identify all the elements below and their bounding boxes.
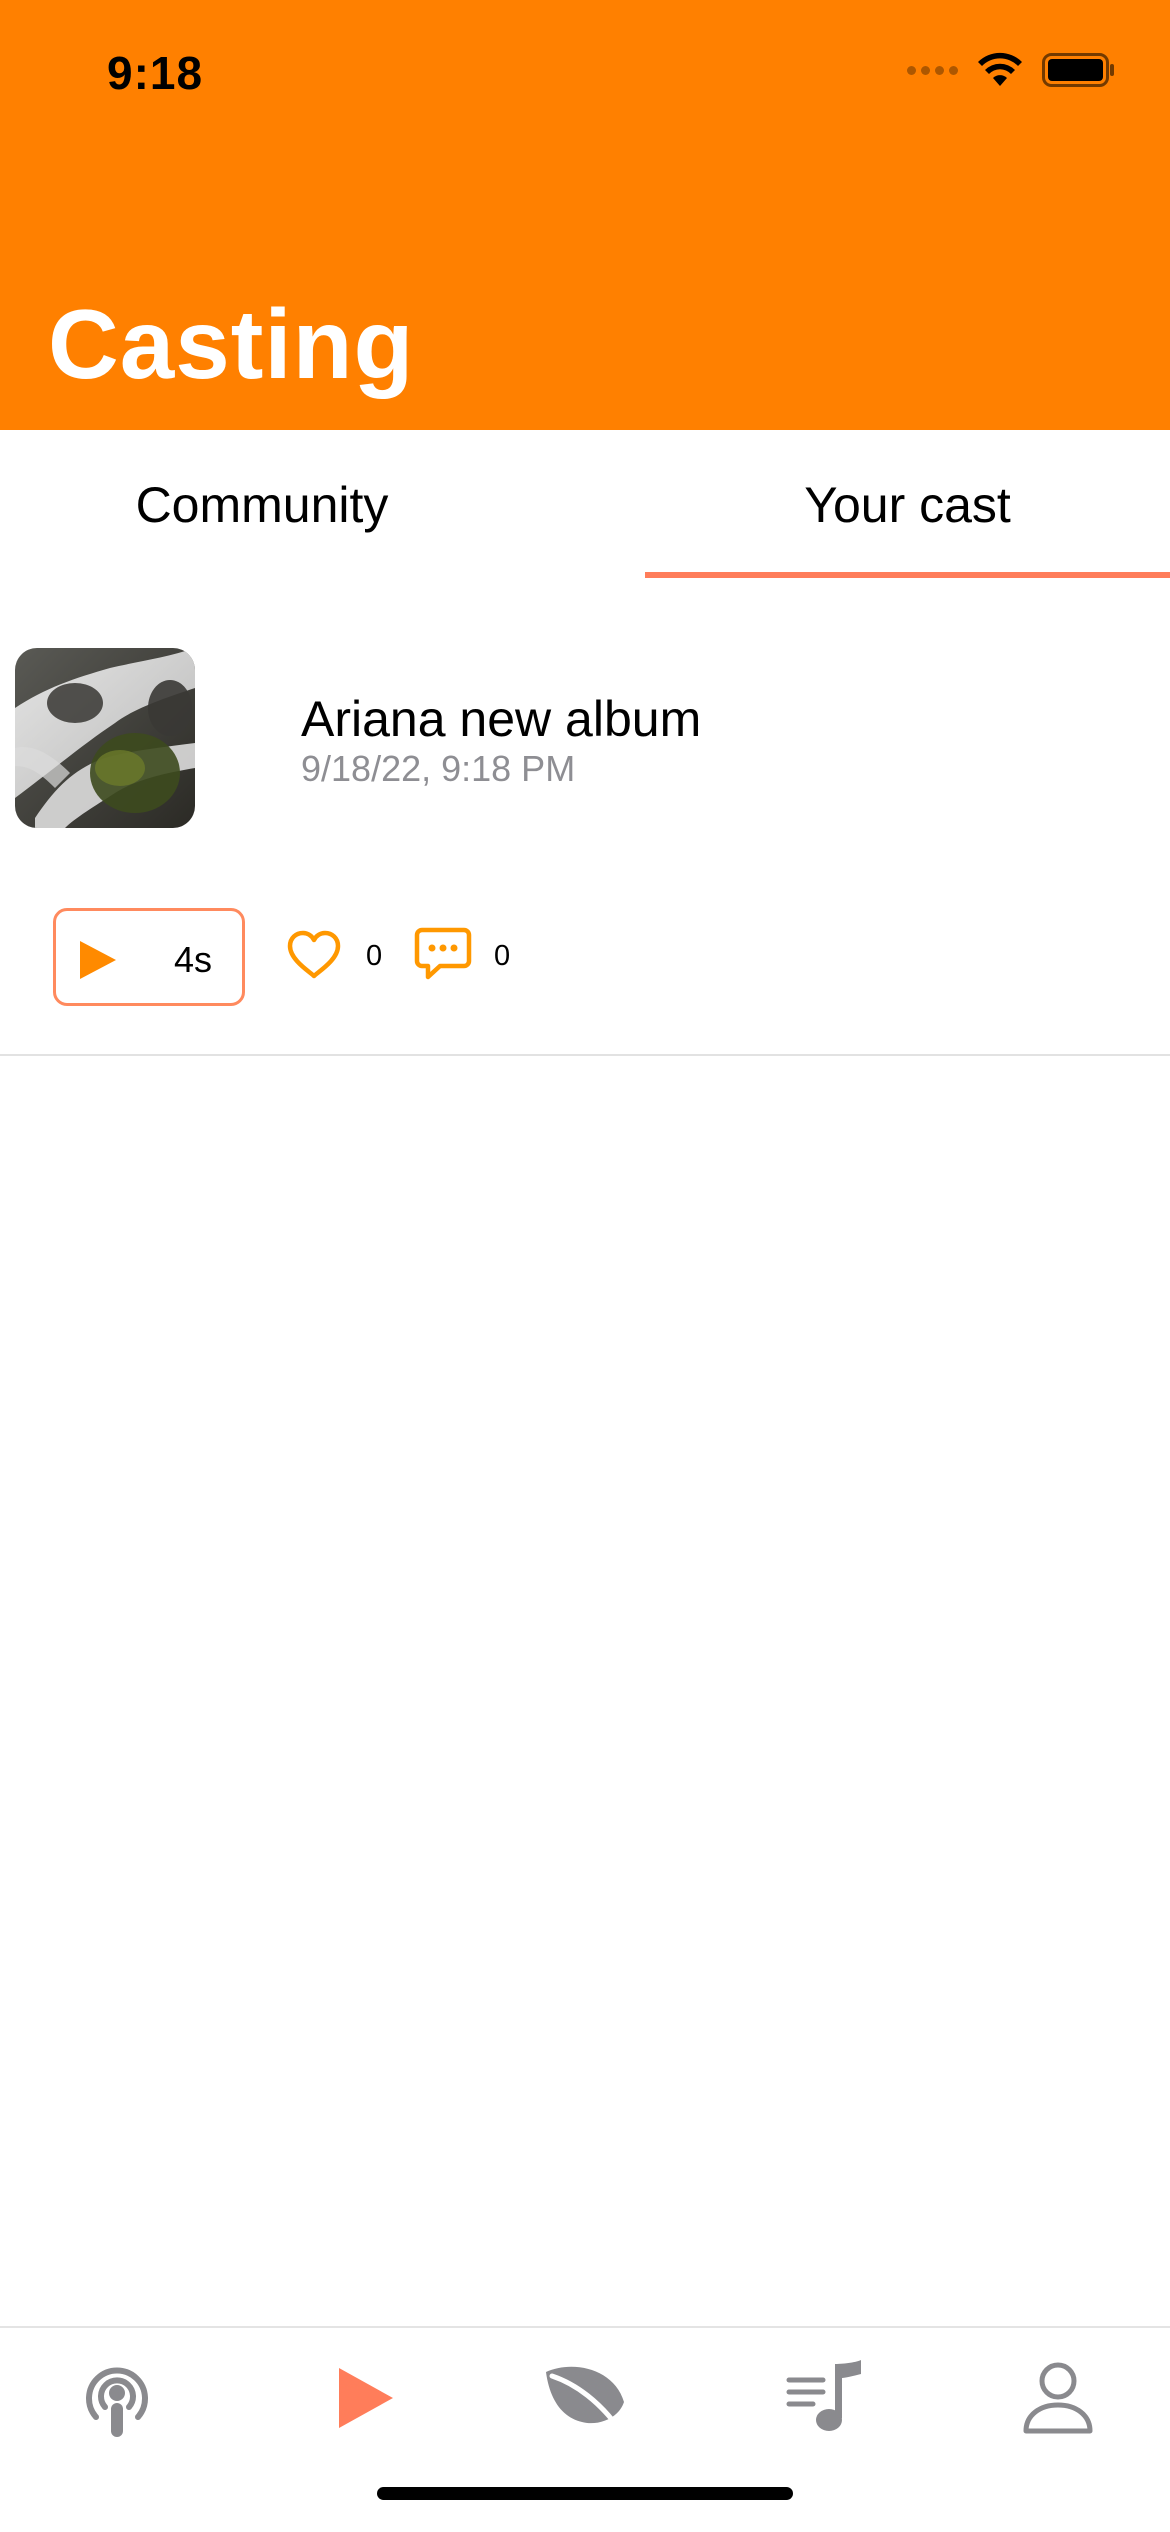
like-count: 0 bbox=[366, 940, 383, 972]
cast-list-item[interactable]: Ariana new album 9/18/22, 9:18 PM 4s 0 0 bbox=[0, 580, 1170, 1056]
person-icon bbox=[1023, 2362, 1093, 2434]
comment-icon[interactable] bbox=[414, 927, 472, 981]
podcast-icon bbox=[86, 2367, 148, 2437]
play-icon bbox=[339, 2368, 393, 2428]
tab-your-cast[interactable]: Your cast bbox=[645, 430, 1170, 580]
play-cast-button[interactable]: 4s bbox=[53, 908, 245, 1006]
segment-tabs: Community Your cast bbox=[0, 430, 1170, 580]
heart-icon[interactable] bbox=[286, 930, 342, 980]
cast-title: Ariana new album bbox=[301, 691, 702, 747]
tabbar-item-play[interactable] bbox=[310, 2348, 420, 2448]
status-time: 9:18 bbox=[107, 47, 204, 99]
cellular-signal-icon bbox=[907, 65, 958, 75]
tabbar-item-podcast[interactable] bbox=[62, 2348, 172, 2448]
playlist-icon bbox=[786, 2360, 861, 2431]
leaf-icon bbox=[546, 2366, 624, 2433]
status-icons bbox=[907, 52, 1116, 88]
cast-thumbnail bbox=[15, 648, 195, 828]
comment-count: 0 bbox=[494, 940, 511, 972]
home-indicator bbox=[377, 2487, 793, 2500]
tab-selected-indicator bbox=[645, 572, 1170, 578]
header: 9:18 Casting bbox=[0, 0, 1170, 430]
battery-icon bbox=[1042, 53, 1114, 87]
cast-date: 9/18/22, 9:18 PM bbox=[301, 748, 576, 789]
cast-duration: 4s bbox=[173, 939, 212, 980]
tab-community[interactable]: Community bbox=[0, 430, 524, 580]
wifi-icon bbox=[978, 52, 1022, 86]
tabbar-item-profile[interactable] bbox=[1003, 2348, 1113, 2448]
page-title: Casting bbox=[48, 289, 415, 399]
tabbar-item-leaf[interactable] bbox=[530, 2348, 640, 2448]
bottom-tab-bar bbox=[0, 2326, 1170, 2532]
play-icon bbox=[80, 941, 116, 979]
tabbar-item-playlist[interactable] bbox=[770, 2348, 880, 2448]
